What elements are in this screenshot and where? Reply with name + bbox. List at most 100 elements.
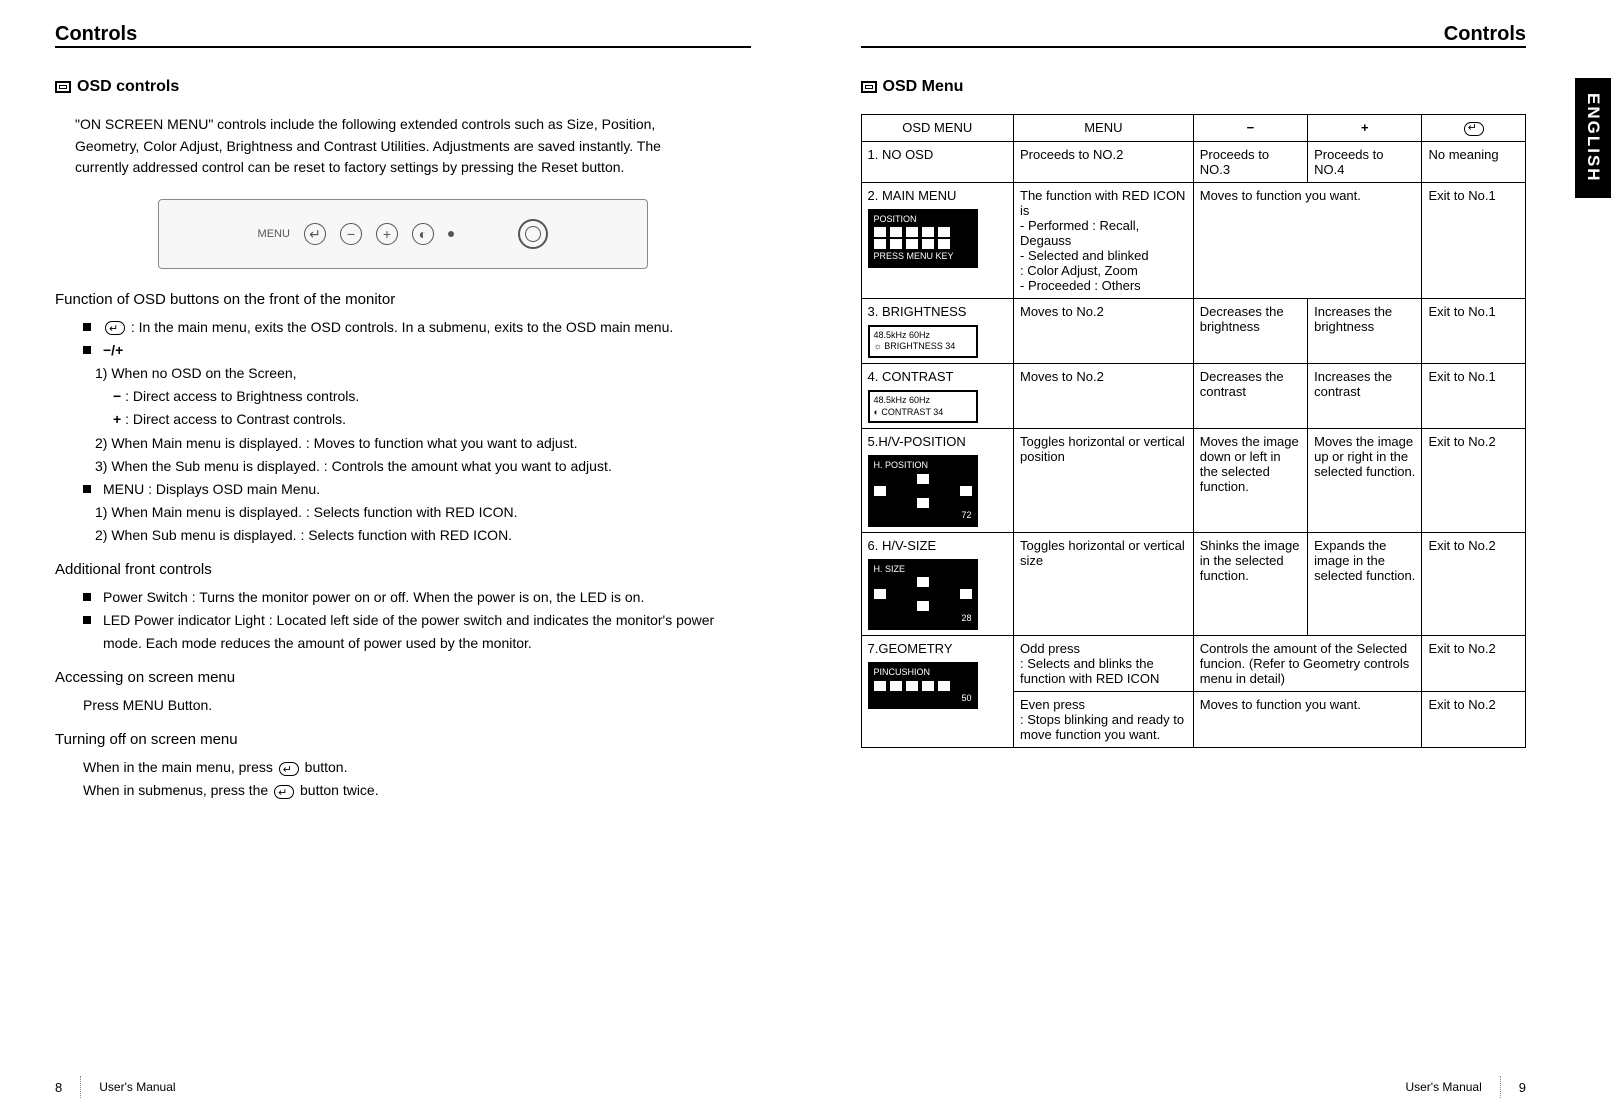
th-enter — [1422, 115, 1526, 142]
sub-text: button. — [301, 759, 348, 775]
cell-enter: Exit to No.2 — [1422, 636, 1526, 692]
bullet-text: : In the main menu, exits the OSD contro… — [127, 319, 673, 335]
cell-plus: Moves the image up or right in the selec… — [1308, 429, 1422, 532]
mini-line: ☼ BRIGHTNESS 34 — [874, 341, 972, 353]
cell-plus: Increases the brightness — [1308, 298, 1422, 363]
turning-off-menu-heading: Turning off on screen menu — [55, 731, 751, 748]
cell-plus: Expands the image in the selected functi… — [1308, 532, 1422, 635]
left-footer: 8 User's Manual — [55, 1076, 176, 1098]
osd-screen-icon — [861, 81, 877, 93]
sub-text: When in submenus, press the — [83, 782, 272, 798]
sub-text: When in the main menu, press — [83, 759, 277, 775]
panel-minus-icon: − — [340, 223, 362, 245]
cell-plus: Increases the contrast — [1308, 363, 1422, 428]
cell-osd: 4. CONTRAST 48.5kHz 60Hz ◐ CONTRAST 34 — [861, 363, 1014, 428]
cell-plus: Proceeds to NO.4 — [1308, 141, 1422, 182]
table-row: 2. MAIN MENU POSITION PRESS MENU KEY The… — [861, 182, 1526, 298]
cell-menu: Moves to No.2 — [1014, 363, 1194, 428]
cell-menu: Odd press : Selects and blinks the funct… — [1014, 636, 1194, 692]
table-row: 6. H/V-SIZE H. SIZE 28 Toggles horizonta… — [861, 532, 1526, 635]
cell-menu: Toggles horizontal or vertical size — [1014, 532, 1194, 635]
mini-osd-screen: 48.5kHz 60Hz ◐ CONTRAST 34 — [868, 390, 978, 423]
table-row: 3. BRIGHTNESS 48.5kHz 60Hz ☼ BRIGHTNESS … — [861, 298, 1526, 363]
right-header-title: Controls — [1444, 23, 1526, 46]
osd-screen-icon — [55, 81, 71, 93]
cell-osd: 2. MAIN MENU POSITION PRESS MENU KEY — [861, 182, 1014, 298]
cell-enter: No meaning — [1422, 141, 1526, 182]
osd-menu-heading: OSD Menu — [861, 78, 1527, 96]
sub-line: 2) When Main menu is displayed. : Moves … — [95, 432, 751, 455]
sub-text: button twice. — [296, 782, 379, 798]
plus-symbol: + — [1361, 120, 1369, 135]
cell-text: 2. MAIN MENU — [868, 188, 957, 203]
cell-enter: Exit to No.2 — [1422, 429, 1526, 532]
table-row: 5.H/V-POSITION H. POSITION 72 Toggles ho… — [861, 429, 1526, 532]
cell-minus: Proceeds to NO.3 — [1193, 141, 1307, 182]
cell-osd: 7.GEOMETRY PINCUSHION 50 — [861, 636, 1014, 748]
sub-line: Press MENU Button. — [83, 694, 751, 717]
cell-text: 5.H/V-POSITION — [868, 434, 966, 449]
th-menu: MENU — [1014, 115, 1194, 142]
osd-menu-table: OSD MENU MENU − + 1. NO OSD Proceeds to … — [861, 114, 1527, 748]
mini-line: 48.5kHz 60Hz — [874, 330, 972, 342]
right-page-number: 9 — [1519, 1080, 1526, 1095]
th-minus: − — [1193, 115, 1307, 142]
enter-icon — [274, 785, 294, 799]
cell-enter: Exit to No.2 — [1422, 692, 1526, 748]
bullet-text: Power Switch : Turns the monitor power o… — [103, 589, 644, 605]
cell-menu: Toggles horizontal or vertical position — [1014, 429, 1194, 532]
list-item: : In the main menu, exits the OSD contro… — [83, 316, 751, 339]
cell-menu: Even press : Stops blinking and ready to… — [1014, 692, 1194, 748]
mini-osd-screen: H. POSITION 72 — [868, 455, 978, 526]
mini-title: PINCUSHION — [874, 667, 972, 679]
osd-buttons-list-2: MENU : Displays OSD main Menu. — [83, 478, 751, 501]
osd-controls-heading: OSD controls — [55, 78, 751, 96]
sub-line: + : Direct access to Contrast controls. — [113, 408, 751, 431]
list-item: MENU : Displays OSD main Menu. — [83, 478, 751, 501]
right-footer-label: User's Manual — [1405, 1080, 1481, 1094]
cell-enter: Exit to No.1 — [1422, 298, 1526, 363]
cell-minus: Decreases the brightness — [1193, 298, 1307, 363]
cell-minus: Moves the image down or left in the sele… — [1193, 429, 1307, 532]
additional-controls-list: Power Switch : Turns the monitor power o… — [83, 586, 751, 655]
mini-osd-screen: PINCUSHION 50 — [868, 662, 978, 709]
panel-plus-icon: + — [376, 223, 398, 245]
additional-front-controls-heading: Additional front controls — [55, 561, 751, 578]
th-plus: + — [1308, 115, 1422, 142]
table-row: 4. CONTRAST 48.5kHz 60Hz ◐ CONTRAST 34 M… — [861, 363, 1526, 428]
sub-line: 2) When Sub menu is displayed. : Selects… — [95, 524, 751, 547]
panel-power-icon — [518, 219, 548, 249]
th-osd-menu: OSD MENU — [861, 115, 1014, 142]
cell-text: 6. H/V-SIZE — [868, 538, 937, 553]
sub-text: : Direct access to Contrast controls. — [121, 411, 346, 427]
enter-icon — [105, 321, 125, 335]
cell-osd: 5.H/V-POSITION H. POSITION 72 — [861, 429, 1014, 532]
function-of-osd-buttons-heading: Function of OSD buttons on the front of … — [55, 291, 751, 308]
left-page: Controls OSD controls "ON SCREEN MENU" c… — [0, 0, 806, 1118]
cell-menu: Proceeds to NO.2 — [1014, 141, 1194, 182]
cell-text: 4. CONTRAST — [868, 369, 954, 384]
left-page-number: 8 — [55, 1080, 62, 1095]
osd-buttons-list: : In the main menu, exits the OSD contro… — [83, 316, 751, 362]
osd-menu-label: OSD Menu — [883, 78, 964, 96]
list-item: LED Power indicator Light : Located left… — [83, 609, 751, 655]
mini-line: 48.5kHz 60Hz — [874, 395, 972, 407]
mini-title: H. POSITION — [874, 460, 972, 472]
cell-text: 3. BRIGHTNESS — [868, 304, 967, 319]
minus-plus-symbol: −/+ — [103, 342, 123, 358]
cell-enter: Exit to No.1 — [1422, 182, 1526, 298]
panel-led-icon — [448, 231, 454, 237]
bullet-text: MENU : Displays OSD main Menu. — [103, 481, 320, 497]
list-item: Power Switch : Turns the monitor power o… — [83, 586, 751, 609]
sub-line: When in submenus, press the button twice… — [83, 779, 751, 802]
footer-divider — [1500, 1076, 1501, 1098]
cell-minus-plus-merged: Moves to function you want. — [1193, 182, 1422, 298]
table-row: 7.GEOMETRY PINCUSHION 50 Odd press : Sel… — [861, 636, 1526, 692]
sub-line: 1) When no OSD on the Screen, — [95, 362, 751, 385]
sub-line: 3) When the Sub menu is displayed. : Con… — [95, 455, 751, 478]
enter-icon — [279, 762, 299, 776]
bullet-text: LED Power indicator Light : Located left… — [103, 612, 714, 651]
cell-minus-plus-merged: Controls the amount of the Selected func… — [1193, 636, 1422, 692]
cell-menu: Moves to No.2 — [1014, 298, 1194, 363]
right-header-row: Controls — [861, 20, 1527, 48]
